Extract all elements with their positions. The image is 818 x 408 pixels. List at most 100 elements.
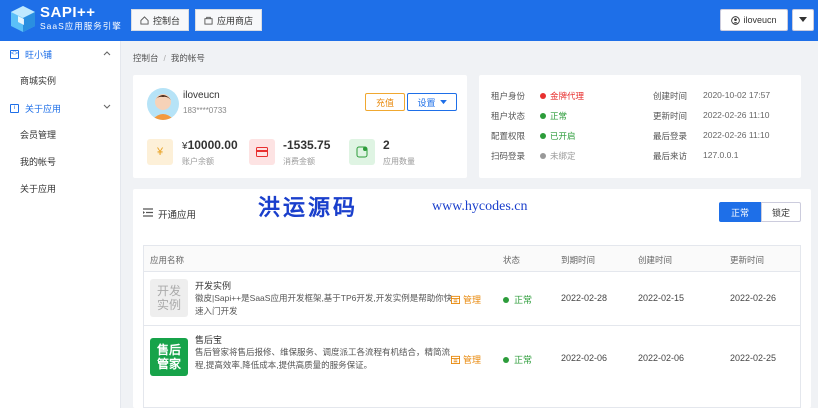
account-info-label: 配置权限 xyxy=(491,131,526,141)
watermark-url: www.hycodes.cn xyxy=(432,199,528,214)
created-date: 2022-02-06 xyxy=(638,353,685,363)
calendar-icon xyxy=(451,295,460,304)
top-bar xyxy=(0,0,818,41)
app-count-label: 应用数量 xyxy=(383,157,415,166)
app-count-value: 2 xyxy=(383,138,390,152)
filter-locked-button[interactable]: 锁定 xyxy=(761,202,801,222)
store-icon xyxy=(204,16,213,25)
manage-label: 管理 xyxy=(463,295,482,305)
app-logo-line: 开发 xyxy=(156,284,181,298)
account-info-value: 2020-10-02 17:57 xyxy=(703,90,771,100)
settings-button[interactable]: 设置 xyxy=(407,93,457,111)
brand-subtitle: SaaS应用服务引擎 xyxy=(40,21,122,31)
console-nav-label: 控制台 xyxy=(153,15,181,26)
sidebar-group-about[interactable]: i 关于应用 xyxy=(0,97,121,119)
profile-name: iloveucn xyxy=(183,90,220,101)
app-logo-line: 管家 xyxy=(156,357,181,371)
account-info-label: 创建时间 xyxy=(653,91,688,101)
expire-date: 2022-02-06 xyxy=(561,353,608,363)
filter-normal-button[interactable]: 正常 xyxy=(719,202,761,222)
app-description: 售后管家将售后报修、维保服务、调度派工各流程有机结合，精简流程,提高效率,降低成… xyxy=(195,347,451,370)
account-info-value-text: 未绑定 xyxy=(550,151,576,161)
column-header-status: 状态 xyxy=(503,255,521,265)
sidebar-group-shop[interactable]: <> 旺小铺 xyxy=(0,43,121,65)
expire-date: 2022-02-28 xyxy=(561,293,608,303)
app-logo-line: 售后 xyxy=(156,343,181,357)
status-text: 正常 xyxy=(514,295,533,305)
home-icon xyxy=(140,15,149,25)
status-dot xyxy=(540,93,546,99)
status-text: 正常 xyxy=(514,355,533,365)
calendar-icon xyxy=(451,355,460,364)
chevron-down-icon xyxy=(103,104,111,109)
apps-table-header xyxy=(144,246,800,272)
app-count-icon xyxy=(349,139,375,165)
manage-link[interactable]: 管理 xyxy=(451,353,481,366)
caret-down-icon xyxy=(799,17,807,22)
status-dot xyxy=(540,133,546,139)
app-logo-line: 实例 xyxy=(156,298,181,312)
brand[interactable]: SAPI++ SaaS应用服务引擎 xyxy=(40,5,122,32)
profile-phone: 183****0733 xyxy=(183,106,227,115)
sidebar-group-label: 旺小铺 xyxy=(25,49,53,60)
sidebar-group-label: 关于应用 xyxy=(25,103,62,114)
breadcrumb-separator: / xyxy=(163,53,166,63)
account-info-label: 租户状态 xyxy=(491,111,526,121)
sidebar-item-members[interactable]: 会员管理 xyxy=(20,128,56,141)
account-info-value: 已开启 xyxy=(540,130,576,142)
account-info-value: 2022-02-26 11:10 xyxy=(703,110,770,120)
sidebar-item-about-app[interactable]: 关于应用 xyxy=(20,182,56,195)
app-description: 徽皮|Sapi++是SaaS应用开发框架,基于TP6开发,开发实例是帮助你快速入… xyxy=(195,293,453,316)
recharge-button[interactable]: 充值 xyxy=(365,93,405,111)
list-icon xyxy=(143,208,153,217)
balance-amount: 10000.00 xyxy=(187,138,238,152)
created-date: 2022-02-15 xyxy=(638,293,685,303)
status-badge: 正常 xyxy=(503,293,532,306)
user-menu-label: iloveucn xyxy=(743,15,777,25)
status-badge: 正常 xyxy=(503,353,532,366)
manage-link[interactable]: 管理 xyxy=(451,293,481,306)
avatar xyxy=(147,88,179,120)
breadcrumb-home[interactable]: 控制台 xyxy=(133,53,159,63)
status-dot xyxy=(540,113,546,119)
account-info-value: 2022-02-26 11:10 xyxy=(703,130,770,140)
column-header-updated: 更新时间 xyxy=(730,255,765,265)
spent-value: -1535.75 xyxy=(283,138,331,152)
app-logo: 开发 实例 xyxy=(150,279,188,317)
store-nav-label: 应用商店 xyxy=(217,15,254,26)
store-nav-button[interactable]: 应用商店 xyxy=(195,9,263,31)
watermark-cn: 洪运源码 xyxy=(258,195,359,221)
column-header-expire: 到期时间 xyxy=(561,255,596,265)
console-nav-button[interactable]: 控制台 xyxy=(131,9,190,31)
card-icon xyxy=(249,139,275,165)
balance-value: ¥10000.00 xyxy=(182,138,238,152)
user-icon xyxy=(731,15,741,25)
account-info-label: 最后登录 xyxy=(653,131,688,141)
user-menu-button[interactable]: iloveucn xyxy=(720,9,788,31)
status-dot xyxy=(540,153,546,159)
app-logo: 售后 管家 xyxy=(150,338,188,376)
breadcrumb: 控制台 / 我的帐号 xyxy=(133,52,205,64)
sidebar-item-shop-instance[interactable]: 商城实例 xyxy=(20,74,56,87)
updated-date: 2022-02-26 xyxy=(730,293,777,303)
logo-icon xyxy=(11,6,35,32)
app-name: 售后宝 xyxy=(195,335,223,345)
chevron-up-icon xyxy=(103,51,111,56)
account-info-value: 正常 xyxy=(540,110,567,122)
manage-label: 管理 xyxy=(463,355,482,365)
user-dropdown-toggle[interactable] xyxy=(792,9,814,31)
brand-name: SAPI++ xyxy=(40,4,96,21)
updated-date: 2022-02-25 xyxy=(730,353,777,363)
account-info-value: 127.0.0.1 xyxy=(703,150,739,160)
sidebar-item-my-account[interactable]: 我的帐号 xyxy=(20,155,56,168)
balance-label: 账户余额 xyxy=(182,157,214,166)
settings-label: 设置 xyxy=(417,97,436,108)
account-info-value-text: 已开启 xyxy=(550,131,576,141)
yen-icon: ¥ xyxy=(147,139,173,165)
info-icon: i xyxy=(10,103,19,113)
caret-down-icon xyxy=(439,99,447,104)
account-info-value-text: 金牌代理 xyxy=(550,91,585,101)
code-icon: <> xyxy=(10,49,19,59)
spent-label: 消费金额 xyxy=(283,157,315,166)
app-name: 开发实例 xyxy=(195,281,232,291)
